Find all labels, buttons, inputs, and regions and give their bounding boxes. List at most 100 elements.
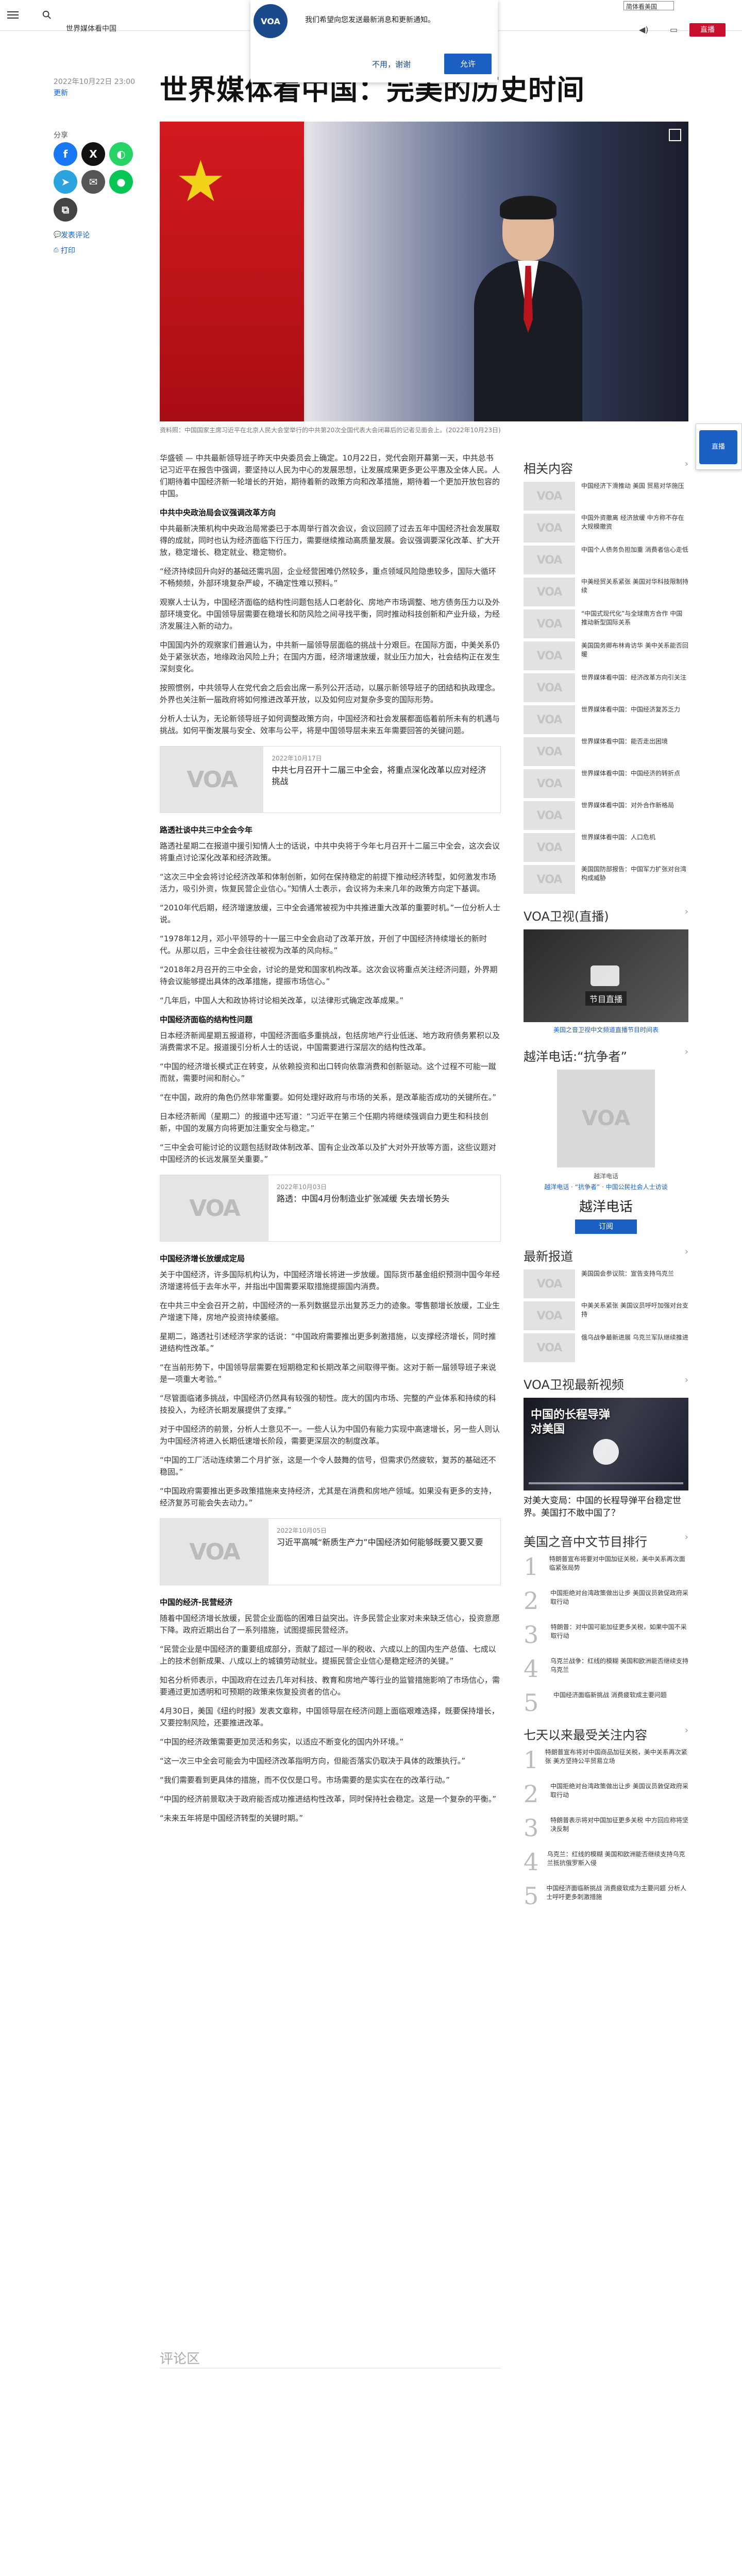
ranking-item[interactable]: 5 中国经济面临新挑战 消费疲软成为主要问题 分析人士呼吁更多刺激措施 — [524, 1884, 688, 1908]
sidebar-item-title[interactable]: 美国国会参议院：宣告支持乌克兰 — [575, 1269, 674, 1278]
copy-link-icon[interactable]: ⧉ — [54, 198, 77, 222]
language-select[interactable]: 简体看美国 — [623, 1, 674, 10]
sidebar-item-title[interactable]: 世界媒体看中国：对外合作新格局 — [575, 801, 674, 810]
inline-related-card[interactable]: VOA 2022年10月05日 习近平高喊“新质生产力”中国经济如何能够既要又要又要 — [160, 1518, 501, 1585]
sidebar-list-item[interactable]: VOA 世界媒体看中国：对外合作新格局 — [524, 801, 688, 830]
rank-title[interactable]: 乌克兰战争：红线的模糊 美国和欧洲能否继续支持乌克兰 — [546, 1657, 688, 1681]
sidebar-item-title[interactable]: “中国式现代化”与全球南方合作 中国推动新型国际关系 — [575, 609, 688, 627]
ranking-item[interactable]: 5 中国经济面临新挑战 消费疲软成主要问题 — [524, 1691, 688, 1715]
sidebar-list-item[interactable]: VOA 中美经贸关系紧张 美国对华科技限制持续 — [524, 578, 688, 606]
update-link[interactable]: 更新 — [54, 88, 68, 98]
ranking-item[interactable]: 4 乌克兰战争：红线的模糊 美国和欧洲能否继续支持乌克兰 — [524, 1657, 688, 1681]
rank-title[interactable]: 中国经济面临新挑战 消费疲软成为主要问题 分析人士呼吁更多刺激措施 — [542, 1884, 688, 1908]
ranking-item[interactable]: 4 乌克兰：红线的模糊 美国和欧洲能否继续支持乌克兰抵抗俄罗斯入侵 — [524, 1850, 688, 1874]
inline-related-card[interactable]: VOA 2022年10月03日 路透：中国4月份制造业扩张减缓 失去增长势头 — [160, 1175, 501, 1242]
search-icon[interactable] — [42, 10, 52, 20]
video-heading[interactable]: VOA卫视最新视频 › — [524, 1375, 688, 1393]
email-share-icon[interactable]: ✉ — [81, 170, 105, 194]
ranking-item[interactable]: 3 特朗普表示将对中国加征更多关税 中方回应称将坚决反制 — [524, 1816, 688, 1840]
live-heading[interactable]: VOA卫视(直播) › — [524, 906, 688, 924]
ranking-item[interactable]: 2 中国拒绝对台湾政策做出让步 美国议员敦促政府采取行动 — [524, 1782, 688, 1806]
print-link[interactable]: 打印 — [61, 245, 75, 256]
sidebar-item-title[interactable]: 中美关系紧张 美国议员呼吁加强对台支持 — [575, 1301, 688, 1319]
rank-title[interactable]: 中国经济面临新挑战 消费疲软成主要问题 — [549, 1691, 667, 1715]
sidebar-item-title[interactable]: 中国个人债务负担加重 消费者信心走低 — [575, 546, 688, 554]
play-icon[interactable] — [593, 1439, 619, 1465]
section-category[interactable]: 世界媒体看中国 — [66, 23, 116, 33]
decline-button[interactable]: 不用，谢谢 — [372, 59, 411, 70]
sidebar-thumbnail: VOA — [524, 609, 575, 638]
ranking-item[interactable]: 1 特朗普宣布将要对中国加征关税，美中关系再次面临紧张局势 — [524, 1555, 688, 1579]
floating-live-tab[interactable]: 直播 — [696, 423, 742, 470]
sidebar-item-title[interactable]: 世界媒体看中国：经济改革方向引关注 — [575, 673, 686, 682]
subscribe-button[interactable]: 订阅 — [575, 1219, 637, 1234]
rank-title[interactable]: 乌克兰：红线的模糊 美国和欧洲能否继续支持乌克兰抵抗俄罗斯入侵 — [543, 1850, 688, 1874]
sidebar-list-item[interactable]: VOA 中国外资撤离 经济放缓 中方称不存在大规模撤资 — [524, 514, 688, 543]
related-title[interactable]: 中共七月召开十二届三中全会，将重点深化改革以应对经济挑战 — [272, 765, 492, 787]
sidebar-item-title[interactable]: 世界媒体看中国：能否走出困境 — [575, 737, 668, 746]
play-icon[interactable] — [591, 965, 619, 986]
rank-title[interactable]: 特朗普宣布将要对中国加征关税，美中关系再次面临紧张局势 — [545, 1555, 688, 1579]
expand-icon[interactable] — [669, 129, 681, 141]
program-links[interactable]: 越洋电话 · “抗争者” · 中国公民社会人士访谈 — [524, 1182, 688, 1191]
sidebar-list-item[interactable]: VOA 中国经济下滑推动 美国 贸易对华施压 — [524, 482, 688, 511]
related-heading[interactable]: 相关内容 › — [524, 459, 688, 477]
live-button[interactable]: 直播 — [689, 23, 726, 37]
line-share-icon[interactable]: ● — [109, 170, 133, 194]
rank-title[interactable]: 中国拒绝对台湾政策做出让步 美国议员敦促政府采取行动 — [546, 1589, 688, 1613]
rank-title[interactable]: 中国拒绝对台湾政策做出让步 美国议员敦促政府采取行动 — [546, 1782, 688, 1806]
whatsapp-share-icon[interactable]: ◐ — [109, 142, 133, 166]
ranking-item[interactable]: 2 中国拒绝对台湾政策做出让步 美国议员敦促政府采取行动 — [524, 1589, 688, 1613]
sidebar-list-item[interactable]: VOA 美国国会参议院：宣告支持乌克兰 — [524, 1269, 688, 1298]
sidebar-list-item[interactable]: VOA 中国个人债务负担加重 消费者信心走低 — [524, 546, 688, 574]
video-caption[interactable]: 对美大变局：中国的长程导弹平台稳定世界。美国打不敢中国了？ — [524, 1495, 688, 1519]
sidebar-item-title[interactable]: 世界媒体看中国：中国经济复苏乏力 — [575, 705, 680, 714]
comment-link[interactable]: 发表评论 — [61, 230, 90, 240]
sidebar-item-title[interactable]: 世界媒体看中国：中国经济的转折点 — [575, 769, 680, 778]
rank-title[interactable]: 特朗普：对中国可能加征更多关税，如果中国不采取行动 — [547, 1623, 688, 1647]
featured-video-player[interactable]: 中国的长程导弹 对美国 — [524, 1398, 688, 1490]
sidebar-list-item[interactable]: VOA 俄乌战争最新进展 乌克兰军队继续推进 — [524, 1333, 688, 1362]
rank-title[interactable]: 特朗普宣布将对中国商品加征关税，美中关系再次紧张 美方坚持公平贸易立场 — [541, 1748, 688, 1772]
sidebar-list-item[interactable]: VOA 世界媒体看中国：中国经济复苏乏力 — [524, 705, 688, 734]
floating-live-label[interactable]: 直播 — [699, 430, 737, 464]
sidebar-list-item[interactable]: VOA 世界媒体看中国：中国经济的转折点 — [524, 769, 688, 798]
live-schedule-link[interactable]: 美国之音卫视中文频道直播节目时间表 — [524, 1025, 688, 1034]
sidebar-item-title[interactable]: 世界媒体看中国：人口危机 — [575, 833, 655, 842]
x-share-icon[interactable]: X — [81, 142, 105, 166]
audio-icon[interactable]: ◀) — [639, 25, 649, 35]
body-paragraph: 关于中国经济，许多国际机构认为，中国经济增长将进一步放缓。国际货币基金组织预测中… — [160, 1270, 500, 1291]
menu-icon[interactable] — [7, 9, 19, 21]
sidebar-list-item[interactable]: VOA 世界媒体看中国：经济改革方向引关注 — [524, 673, 688, 702]
sidebar-item-title[interactable]: 中国外资撤离 经济放缓 中方称不存在大规模撤资 — [575, 514, 688, 531]
sidebar-list-item[interactable]: VOA 中美关系紧张 美国议员呼吁加强对台支持 — [524, 1301, 688, 1330]
sidebar-list-item[interactable]: VOA 世界媒体看中国：能否走出困境 — [524, 737, 688, 766]
ranking-item[interactable]: 1 特朗普宣布将对中国商品加征关税，美中关系再次紧张 美方坚持公平贸易立场 — [524, 1748, 688, 1772]
rank-number: 1 — [524, 1553, 539, 1581]
latest-heading[interactable]: 最新报道 › — [524, 1246, 688, 1264]
sidebar-list-item[interactable]: VOA 世界媒体看中国：人口危机 — [524, 833, 688, 862]
inline-related-card[interactable]: VOA 2022年10月17日 中共七月召开十二届三中全会，将重点深化改革以应对经济… — [160, 746, 501, 813]
program-heading[interactable]: 越洋电话:“抗争者” › — [524, 1046, 688, 1064]
sidebar-item-title[interactable]: 美国国务卿布林肯访华 美中关系能否回暖 — [575, 641, 688, 659]
sidebar-item-title[interactable]: 中国经济下滑推动 美国 贸易对华施压 — [575, 482, 684, 490]
video-progress-bar[interactable] — [529, 1482, 683, 1484]
live-video-player[interactable]: 节目直播 — [524, 929, 688, 1022]
facebook-share-icon[interactable]: f — [54, 142, 77, 166]
accept-button[interactable]: 允许 — [444, 54, 492, 74]
sidebar-item-title[interactable]: 俄乌战争最新进展 乌克兰军队继续推进 — [575, 1333, 688, 1342]
sidebar-item-title[interactable]: 美国国防部报告：中国军力扩张对台湾构成威胁 — [575, 865, 688, 883]
recent-heading[interactable]: 七天以来最受关注内容 › — [524, 1725, 688, 1743]
sidebar-list-item[interactable]: VOA 美国国务卿布林肯访华 美中关系能否回暖 — [524, 641, 688, 670]
ranking-heading[interactable]: 美国之音中文节目排行 › — [524, 1532, 688, 1550]
related-title[interactable]: 习近平高喊“新质生产力”中国经济如何能够既要又要又要 — [277, 1537, 483, 1548]
rank-title[interactable]: 特朗普表示将对中国加征更多关税 中方回应称将坚决反制 — [546, 1816, 688, 1840]
chevron-right-icon: › — [684, 1246, 688, 1257]
sidebar-list-item[interactable]: VOA “中国式现代化”与全球南方合作 中国推动新型国际关系 — [524, 609, 688, 638]
ranking-item[interactable]: 3 特朗普：对中国可能加征更多关税，如果中国不采取行动 — [524, 1623, 688, 1647]
sidebar-item-title[interactable]: 中美经贸关系紧张 美国对华科技限制持续 — [575, 578, 688, 595]
related-title[interactable]: 路透：中国4月份制造业扩张减缓 失去增长势头 — [277, 1193, 449, 1205]
tv-icon[interactable]: ▭ — [670, 25, 678, 35]
telegram-share-icon[interactable]: ➤ — [54, 170, 77, 194]
sidebar-list-item[interactable]: VOA 美国国防部报告：中国军力扩张对台湾构成威胁 — [524, 865, 688, 894]
